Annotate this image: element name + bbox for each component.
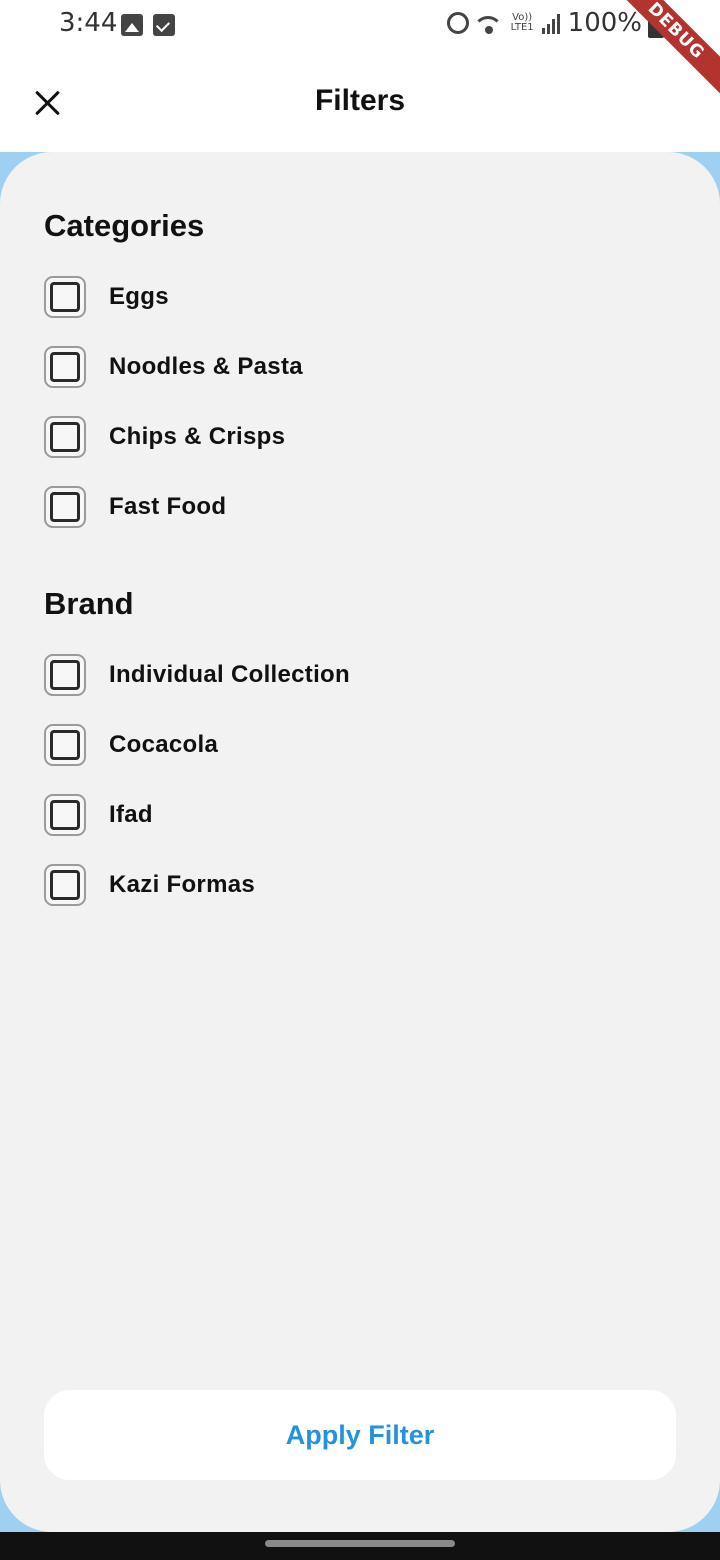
apply-filter-label: Apply Filter	[285, 1419, 435, 1450]
brand-option-individual-collection[interactable]: Individual Collection	[44, 653, 350, 697]
checkbox-icon	[153, 14, 175, 36]
filter-sheet: Categories Eggs Noodles & Pasta Chips & …	[0, 152, 720, 1532]
checkbox[interactable]	[44, 416, 86, 458]
option-label: Cocacola	[109, 731, 219, 758]
option-label: Eggs	[109, 283, 169, 310]
category-option-eggs[interactable]: Eggs	[44, 275, 169, 319]
brand-option-cocacola[interactable]: Cocacola	[44, 723, 218, 767]
status-left-icons	[121, 14, 175, 36]
lte-icon: Vo)) LTE1	[511, 13, 534, 33]
categories-title: Categories	[44, 208, 205, 243]
alarm-icon	[446, 12, 469, 34]
status-bar: 3:44 Vo)) LTE1 100%	[0, 0, 720, 52]
wifi-icon	[476, 12, 503, 34]
checkbox[interactable]	[44, 276, 86, 318]
lte-bottom-label: LTE1	[510, 22, 534, 33]
signal-icon	[541, 12, 560, 34]
navigation-bar	[0, 1532, 720, 1560]
option-label: Chips & Crisps	[109, 423, 286, 450]
home-gesture-handle[interactable]	[265, 1540, 455, 1547]
checkbox[interactable]	[44, 654, 86, 696]
category-option-noodles-pasta[interactable]: Noodles & Pasta	[44, 345, 303, 389]
category-option-chips-crisps[interactable]: Chips & Crisps	[44, 415, 285, 459]
image-icon	[121, 14, 143, 36]
checkbox[interactable]	[44, 346, 86, 388]
app-bar: Filters	[0, 52, 720, 152]
option-label: Noodles & Pasta	[109, 353, 303, 380]
brand-option-kazi-formas[interactable]: Kazi Formas	[44, 863, 255, 907]
category-option-fast-food[interactable]: Fast Food	[44, 485, 226, 529]
status-time: 3:44	[59, 8, 118, 38]
status-right-icons: Vo)) LTE1 100%	[446, 8, 642, 38]
option-label: Ifad	[109, 801, 153, 828]
checkbox[interactable]	[44, 724, 86, 766]
checkbox[interactable]	[44, 486, 86, 528]
option-label: Individual Collection	[109, 661, 350, 688]
apply-filter-button[interactable]: Apply Filter	[44, 1390, 676, 1480]
checkbox[interactable]	[44, 794, 86, 836]
brand-title: Brand	[44, 586, 134, 621]
page-title: Filters	[314, 84, 406, 117]
option-label: Kazi Formas	[109, 871, 256, 898]
brand-option-ifad[interactable]: Ifad	[44, 793, 153, 837]
battery-percent: 100%	[567, 8, 642, 38]
checkbox[interactable]	[44, 864, 86, 906]
option-label: Fast Food	[109, 493, 227, 520]
